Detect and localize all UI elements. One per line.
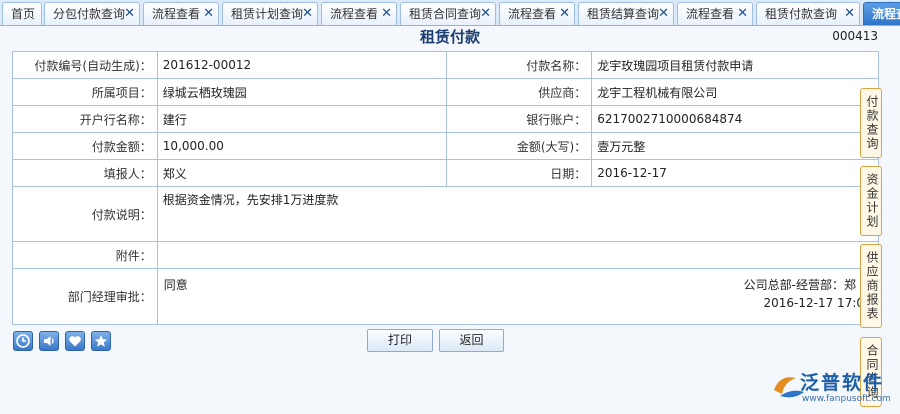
project-value: 绿城云栖玫瑰园 (156, 78, 448, 106)
attachment-label: 附件： (12, 241, 158, 269)
account-value: 6217002710000684874 (591, 105, 879, 133)
speaker-button[interactable] (39, 331, 59, 351)
approval-cell: 同意 公司总部-经营部：郑 2016-12-17 17:0 (156, 268, 880, 325)
logo-url: www.fanpusoft.com (802, 394, 891, 404)
form-row: 付款编号(自动生成)： 201612-00012 付款名称： 龙宇玫瑰园项目租赁… (12, 51, 879, 79)
close-icon[interactable]: ✕ (203, 3, 214, 25)
side-tab-fund-plan[interactable]: 资金计划 (860, 166, 882, 236)
close-icon[interactable]: ✕ (381, 3, 392, 25)
approval-time: 2016-12-17 17:0 (763, 296, 865, 310)
heart-icon (69, 336, 81, 347)
back-button[interactable]: 返回 (439, 329, 504, 352)
remark-value: 根据资金情况，先安排1万进度款 (156, 186, 880, 242)
document-number: 000413 (832, 29, 878, 43)
payment-no-value: 201612-00012 (156, 51, 448, 79)
star-button[interactable] (91, 331, 111, 351)
tab-home[interactable]: 首页 (2, 2, 42, 25)
tab-process-view[interactable]: 流程查看 ✕ (499, 2, 575, 25)
tab-label: 流程查看 (330, 7, 379, 21)
amount-value: 10,000.00 (156, 132, 448, 160)
form-row: 开户行名称： 建行 银行账户： 6217002710000684874 (12, 105, 879, 133)
amount-cn-label: 金额(大写)： (446, 132, 593, 160)
supplier-label: 供应商： (446, 78, 593, 106)
tab-label: 租赁计划查询 (231, 7, 304, 21)
side-tab-label: 资金计划 (865, 173, 879, 229)
tab-process-view[interactable]: 流程查看 ✕ (143, 2, 219, 25)
form-row: 附件： (12, 241, 880, 269)
tab-label: 分包付款查询 (53, 7, 126, 21)
tab-label: 租赁结算查询 (587, 7, 660, 21)
filler-link[interactable]: 郑义 (156, 159, 448, 187)
account-label: 银行账户： (446, 105, 593, 133)
close-icon[interactable]: ✕ (559, 3, 570, 25)
tab-label: 租赁付款查询 (765, 7, 838, 21)
attachment-value (156, 241, 880, 269)
filler-label: 填报人： (12, 159, 158, 187)
tab-bar: 首页 分包付款查询 ✕ 流程查看 ✕ 租赁计划查询 ✕ 流程查看 ✕ 租赁合同查询 ✕ 流… (0, 0, 900, 26)
tab-lease-payment-query[interactable]: 租赁付款查询 ✕ (756, 2, 860, 25)
tab-lease-settlement-query[interactable]: 租赁结算查询 ✕ (578, 2, 674, 25)
form-row: 部门经理审批： 同意 公司总部-经营部：郑 2016-12-17 17:0 (12, 268, 880, 325)
clock-button[interactable] (13, 331, 33, 351)
side-tab-supplier-report[interactable]: 供应商报表 (860, 244, 882, 328)
close-icon[interactable]: ✕ (124, 3, 135, 25)
side-tab-payment-query[interactable]: 付款查询 (860, 88, 882, 158)
brand-logo: 泛普软件 www.fanpusoft.com (770, 366, 898, 410)
tab-label: 流程查看 (872, 7, 900, 21)
clock-icon (16, 334, 30, 348)
date-value: 2016-12-17 (591, 159, 879, 187)
amount-label: 付款金额： (12, 132, 158, 160)
tab-subcontract-payment-query[interactable]: 分包付款查询 ✕ (44, 2, 140, 25)
form-row: 付款金额： 10,000.00 金额(大写)： 壹万元整 (12, 132, 879, 160)
tab-label: 首页 (11, 7, 36, 21)
payment-no-label: 付款编号(自动生成)： (12, 51, 158, 79)
bank-label: 开户行名称： (12, 105, 158, 133)
tab-process-view-active[interactable]: 流程查看 (863, 2, 900, 25)
payment-name-label: 付款名称： (446, 51, 593, 79)
amount-cn-value: 壹万元整 (591, 132, 879, 160)
close-icon[interactable]: ✕ (844, 3, 855, 25)
tab-process-view[interactable]: 流程查看 ✕ (677, 2, 753, 25)
tab-label: 流程查看 (686, 7, 735, 21)
date-label: 日期： (446, 159, 593, 187)
payment-name-value: 龙宇玫瑰园项目租赁付款申请 (591, 51, 879, 79)
payment-form: 付款编号(自动生成)： 201612-00012 付款名称： 龙宇玫瑰园项目租赁… (12, 51, 880, 325)
tab-label: 流程查看 (508, 7, 557, 21)
project-label: 所属项目： (12, 78, 158, 106)
tab-lease-plan-query[interactable]: 租赁计划查询 ✕ (222, 2, 318, 25)
speaker-icon (44, 336, 54, 346)
tab-label: 流程查看 (152, 7, 201, 21)
side-tab-label: 付款查询 (865, 95, 879, 151)
approval-label: 部门经理审批： (12, 268, 158, 325)
page-title: 租赁付款 (419, 28, 480, 46)
bank-value: 建行 (156, 105, 448, 133)
close-icon[interactable]: ✕ (658, 3, 669, 25)
print-button[interactable]: 打印 (367, 329, 433, 352)
side-tab-label: 供应商报表 (865, 251, 879, 321)
favorite-button[interactable] (65, 331, 85, 351)
close-icon[interactable]: ✕ (737, 3, 748, 25)
form-row: 付款说明： 根据资金情况，先安排1万进度款 (12, 186, 880, 242)
form-row: 所属项目： 绿城云栖玫瑰园 供应商： 龙宇工程机械有限公司 (12, 78, 879, 106)
remark-label: 付款说明： (12, 186, 158, 242)
close-icon[interactable]: ✕ (480, 3, 491, 25)
supplier-link[interactable]: 龙宇工程机械有限公司 (591, 78, 879, 106)
close-icon[interactable]: ✕ (302, 3, 313, 25)
tab-lease-contract-query[interactable]: 租赁合同查询 ✕ (400, 2, 496, 25)
tab-process-view[interactable]: 流程查看 ✕ (321, 2, 397, 25)
form-row: 填报人： 郑义 日期： 2016-12-17 (12, 159, 879, 187)
approval-department: 公司总部-经营部：郑 (743, 278, 856, 292)
approval-opinion: 同意 (163, 278, 188, 292)
logo-text: 泛普软件 (800, 372, 885, 394)
tab-label: 租赁合同查询 (409, 7, 482, 21)
star-icon (94, 335, 108, 347)
